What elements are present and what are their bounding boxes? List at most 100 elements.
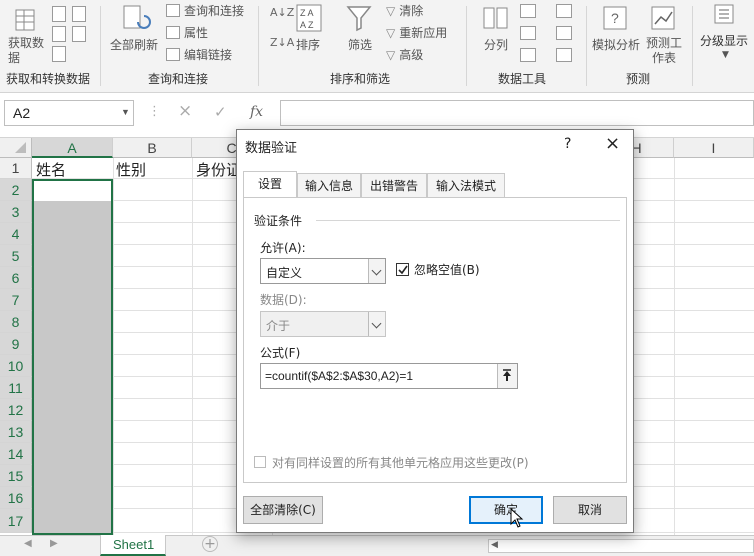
allow-select[interactable]: 自定义 [260,258,386,284]
add-sheet-icon[interactable]: + [202,536,218,552]
cancel-formula-icon[interactable]: × [178,101,192,121]
close-icon[interactable]: × [605,133,620,154]
row-header[interactable]: 8 [0,311,32,333]
cell-a1[interactable]: 姓名 [36,159,66,180]
ignore-blank-label[interactable]: 忽略空值(B) [414,261,480,278]
row-header[interactable]: 9 [0,333,32,355]
get-data-icon[interactable] [12,6,42,34]
row-header[interactable]: 7 [0,289,32,311]
clear-filter-button[interactable]: ▽ 清除 [386,2,423,19]
enter-formula-icon[interactable]: ✓ [214,103,227,121]
outline-button[interactable]: 分级显示 [700,32,748,49]
row-header[interactable]: 15 [0,465,32,487]
row-header[interactable]: 4 [0,223,32,245]
column-header-b[interactable]: B [113,138,192,158]
queries-connections-button[interactable]: 查询和连接 [166,2,244,19]
filter-icon[interactable] [346,4,372,32]
reapply-button[interactable]: ▽ 重新应用 [386,24,447,41]
chevron-down-icon [368,312,385,336]
name-box[interactable]: A2 ▼ [4,100,134,126]
row-header[interactable]: 6 [0,267,32,289]
row-header[interactable]: 12 [0,399,32,421]
row-header[interactable]: 13 [0,421,32,443]
sort-descending-icon[interactable]: Z↓A [270,36,294,49]
row-header[interactable]: 2 [0,179,32,201]
row-header[interactable]: 3 [0,201,32,223]
what-if-analysis-button[interactable]: 模拟分析 [592,36,640,53]
relationships-icon[interactable] [556,26,572,43]
from-text-icon[interactable] [52,6,66,25]
scroll-right-icon[interactable]: ▶ [50,538,58,549]
ignore-blank-checkbox[interactable] [396,263,409,276]
row-header[interactable]: 14 [0,443,32,465]
queries-icon [166,4,180,17]
row-header[interactable]: 1 [0,158,32,179]
refresh-all-button[interactable]: 全部刷新 [110,36,158,53]
grid-col-line [674,158,675,535]
get-data-button[interactable]: 获取数据 [8,36,48,66]
forecast-sheet-icon[interactable] [650,4,678,32]
row-header[interactable]: 16 [0,487,32,509]
refresh-all-icon[interactable] [120,4,152,34]
filter-button[interactable]: 筛选 [348,36,372,53]
manage-data-model-icon[interactable] [556,48,572,65]
cell-c1[interactable]: 身份证 [196,159,241,180]
tab-ime-mode[interactable]: 输入法模式 [427,173,505,197]
svg-text:?: ? [611,10,619,26]
ok-button[interactable]: 确定 [469,496,543,524]
outline-icon[interactable] [712,2,736,26]
dialog-title: 数据验证 [245,141,298,156]
text-to-columns-icon[interactable] [482,4,510,32]
sort-button[interactable]: 排序 [296,36,320,53]
ribbon: 获取数据 获取和转换数据 全部刷新 查询和连接 属性 编辑链接 查询和连接 A↓… [0,0,754,93]
from-table-icon[interactable] [52,26,66,45]
select-all-corner[interactable] [0,138,32,158]
advanced-filter-icon: ▽ [386,47,396,62]
row-header[interactable]: 10 [0,355,32,377]
sheet-tab-sheet1[interactable]: Sheet1 [100,535,166,556]
edit-links-button[interactable]: 编辑链接 [166,46,232,63]
row-header[interactable]: 11 [0,377,32,399]
clear-filter-icon: ▽ [386,3,396,18]
text-to-columns-button[interactable]: 分列 [484,36,508,53]
active-cell-a2[interactable] [34,181,111,201]
sort-ascending-icon[interactable]: A↓Z [270,6,294,19]
collapse-dialog-button[interactable] [497,364,517,388]
clear-all-button[interactable]: 全部清除(C) [243,496,323,524]
recent-sources-icon[interactable] [72,26,86,45]
flash-fill-icon[interactable] [520,4,536,21]
column-header-i[interactable]: I [674,138,754,158]
row-header[interactable]: 5 [0,245,32,267]
row-header[interactable]: 17 [0,509,32,533]
group-divider [692,6,693,86]
formula-input[interactable] [280,100,754,126]
sort-icon[interactable]: Z A A Z [296,4,322,32]
chevron-down-icon[interactable] [368,259,385,283]
formula-field[interactable]: =countif($A$2:$A$30,A2)=1 [260,363,518,389]
forecast-sheet-button[interactable]: 预测工作表 [646,36,682,66]
scrollbar-left-arrow-icon[interactable]: ◀ [491,540,498,550]
data-validation-dialog: 数据验证 ? × 设置 输入信息 出错警告 输入法模式 验证条件 允许(A): … [236,129,634,533]
column-header-a[interactable]: A [32,138,113,158]
selected-range[interactable] [32,179,113,535]
tab-input-message[interactable]: 输入信息 [297,173,361,197]
name-box-dropdown-icon[interactable]: ▼ [121,107,130,117]
tab-settings[interactable]: 设置 [243,171,297,198]
insert-function-icon[interactable]: fx [250,104,263,120]
outline-dropdown-icon[interactable]: ▼ [722,50,729,60]
existing-connections-icon[interactable] [52,46,66,65]
scroll-left-icon[interactable]: ◀ [24,538,32,549]
remove-duplicates-icon[interactable] [520,26,536,43]
edit-links-icon [166,48,180,61]
cell-b1[interactable]: 性别 [116,159,146,180]
data-validation-icon[interactable] [520,48,536,65]
horizontal-scrollbar[interactable]: ◀ [488,539,754,553]
tab-error-alert[interactable]: 出错警告 [361,173,427,197]
what-if-analysis-icon[interactable]: ? [602,4,630,32]
from-web-icon[interactable] [72,6,86,25]
properties-button[interactable]: 属性 [166,24,208,41]
help-icon[interactable]: ? [564,136,571,152]
cancel-button[interactable]: 取消 [553,496,627,524]
advanced-filter-button[interactable]: ▽ 高级 [386,46,423,63]
consolidate-icon[interactable] [556,4,572,21]
